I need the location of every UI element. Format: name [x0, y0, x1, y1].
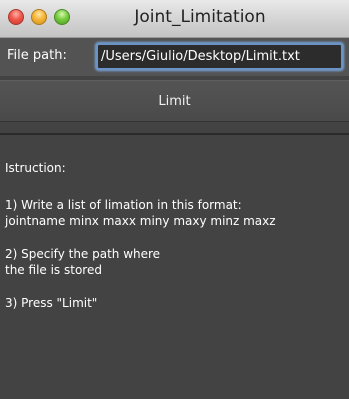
close-icon[interactable] — [8, 9, 24, 25]
instruction-step-1-line-1: 1) Write a list of limation in this form… — [5, 198, 242, 212]
file-path-label: File path: — [7, 48, 67, 63]
zoom-icon[interactable] — [54, 9, 70, 25]
instructions-panel: Istruction: 1) Write a list of limation … — [5, 160, 349, 311]
file-path-row: File path: — [0, 38, 349, 76]
file-path-input[interactable] — [96, 43, 343, 70]
window-title: Joint_Limitation — [134, 7, 266, 27]
instructions-heading: Istruction: — [5, 161, 66, 175]
minimize-icon[interactable] — [31, 9, 47, 25]
limit-button[interactable]: Limit — [0, 80, 349, 122]
title-bar[interactable]: Joint_Limitation — [0, 0, 349, 38]
instruction-step-3: 3) Press "Limit" — [5, 296, 98, 310]
instruction-step-2-line-2: the file is stored — [5, 263, 102, 277]
divider — [0, 133, 349, 135]
instruction-step-1-line-2: jointname minx maxx miny maxy minz maxz — [5, 214, 276, 228]
instruction-step-2-line-1: 2) Specify the path where — [5, 247, 161, 261]
app-window: Joint_Limitation File path: Limit Istruc… — [0, 0, 349, 399]
